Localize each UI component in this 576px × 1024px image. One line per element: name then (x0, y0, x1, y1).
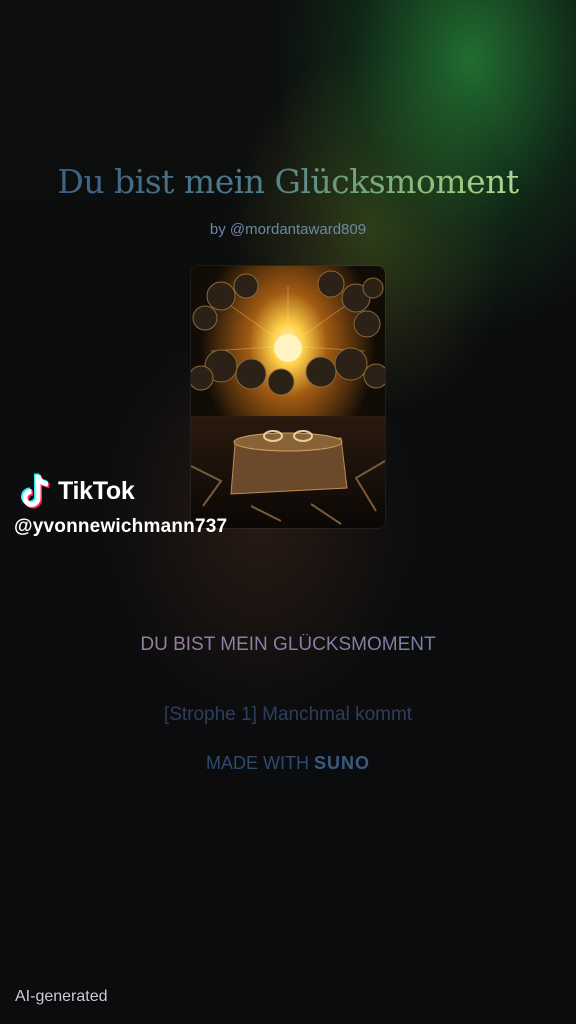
tiktok-brand-name: TikTok (58, 476, 135, 505)
song-title: Du bist mein Glücksmoment (0, 162, 576, 201)
tiktok-watermark: TikTok (18, 472, 135, 510)
made-with-prefix: MADE WITH (205, 753, 309, 773)
made-with-credit: MADE WITH SUNO (0, 753, 576, 774)
cover-art (191, 266, 385, 528)
lyrics-heading: DU BIST MEIN GLÜCKSMOMENT (0, 634, 576, 656)
cover-art-image (191, 266, 385, 528)
song-byline[interactable]: by @mordantaward809 (0, 221, 576, 238)
tiktok-username[interactable]: @yvonnewichmann737 (14, 516, 227, 538)
video-frame: Du bist mein Glücksmoment by @mordantawa… (0, 0, 576, 1024)
ai-generated-label: AI-generated (15, 988, 108, 1005)
tiktok-note-icon (21, 473, 50, 509)
suno-brand: SUNO (314, 753, 371, 773)
lyrics-current-line: [Strophe 1] Manchmal kommt (163, 704, 413, 725)
